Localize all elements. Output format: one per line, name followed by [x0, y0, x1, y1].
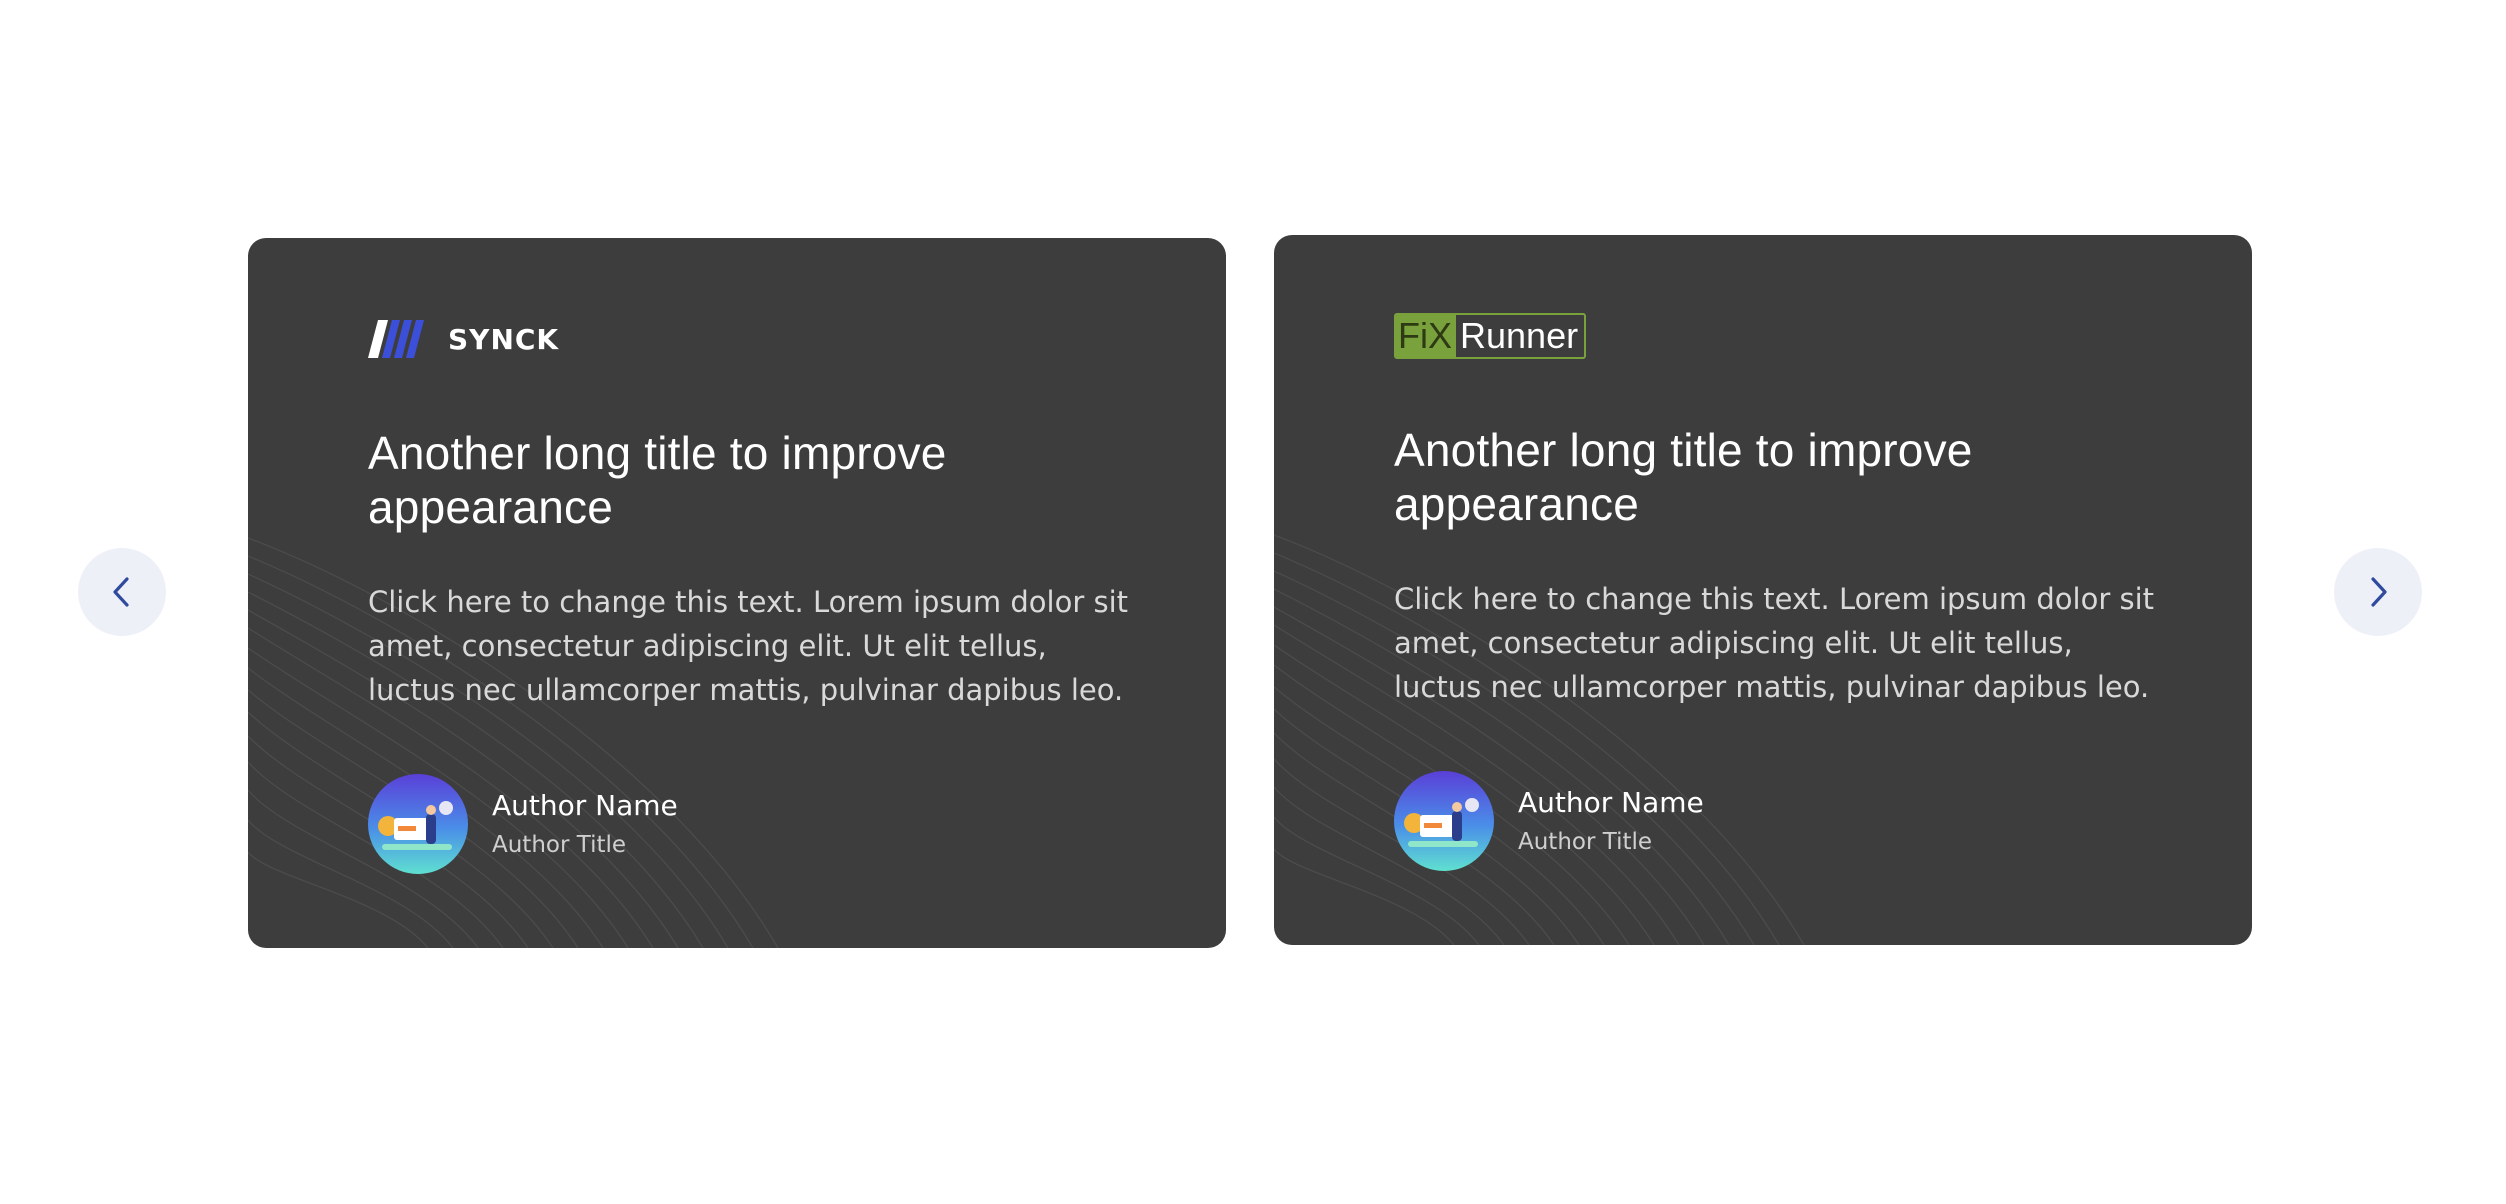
synck-logo-icon	[368, 320, 424, 358]
company-logo: FiX Runner	[1394, 313, 2154, 359]
logo-text-left: FiX	[1396, 315, 1456, 357]
testimonial-carousel: SYNCK Another long title to improve appe…	[0, 0, 2506, 1204]
card-title: Another long title to improve appearance	[1394, 424, 1973, 530]
author-block: Author Name Author Title	[1394, 771, 2154, 871]
card-title: Another long title to improve appearance	[368, 427, 947, 533]
author-name: Author Name	[492, 789, 678, 822]
avatar	[1394, 771, 1494, 871]
card-body-text: Click here to change this text. Lorem ip…	[368, 585, 1129, 707]
company-logo: SYNCK	[368, 316, 1128, 362]
logo-text: SYNCK	[448, 322, 560, 356]
author-avatar-illustration-icon	[368, 774, 468, 874]
chevron-right-icon	[2371, 577, 2387, 607]
author-title: Author Title	[1518, 829, 1653, 855]
card-body-text: Click here to change this text. Lorem ip…	[1394, 582, 2155, 704]
carousel-prev-button[interactable]	[78, 548, 166, 636]
testimonial-card: FiX Runner Another long title to improve…	[1274, 235, 2252, 945]
author-avatar-illustration-icon	[1394, 771, 1494, 871]
logo-text-right: Runner	[1460, 315, 1579, 356]
carousel-next-button[interactable]	[2334, 548, 2422, 636]
author-name: Author Name	[1518, 786, 1704, 819]
chevron-left-icon	[113, 577, 129, 607]
testimonial-card: SYNCK Another long title to improve appe…	[248, 238, 1226, 948]
author-block: Author Name Author Title	[368, 774, 1128, 874]
author-title: Author Title	[492, 832, 627, 858]
avatar	[368, 774, 468, 874]
fixrunner-logo-icon: FiX Runner	[1394, 313, 1587, 359]
